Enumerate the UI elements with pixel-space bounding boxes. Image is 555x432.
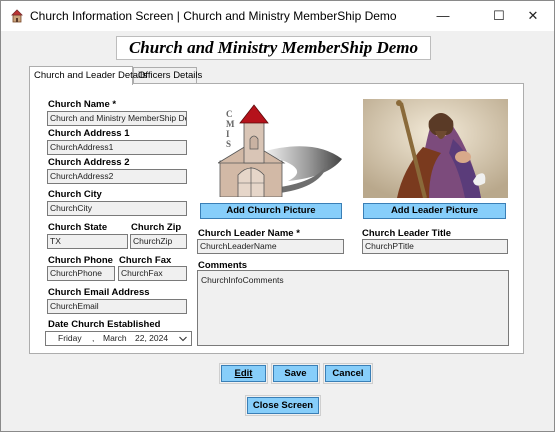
church-information-window: Church Information Screen | Church and M… xyxy=(0,0,555,432)
date-weekday: Friday xyxy=(58,333,82,343)
church-city-field[interactable]: ChurchCity xyxy=(47,201,187,216)
tab-church-and-leader-details[interactable]: Church and Leader Details xyxy=(29,66,147,85)
church-address2-field[interactable]: ChurchAddress2 xyxy=(47,169,187,184)
leader-title-label: Church Leader Title xyxy=(362,228,452,239)
leader-name-label: Church Leader Name * xyxy=(198,228,300,239)
date-month: March xyxy=(103,333,127,343)
chevron-down-icon[interactable] xyxy=(179,336,187,342)
minimize-icon: — xyxy=(436,8,450,23)
date-established-picker[interactable]: Friday , March 22, 2024 xyxy=(45,331,192,346)
church-state-label: Church State xyxy=(48,222,108,233)
leader-picture xyxy=(363,99,508,198)
church-fax-label: Church Fax xyxy=(119,255,172,266)
close-window-button[interactable]: ✕ xyxy=(511,1,555,30)
page-heading: Church and Ministry MemberShip Demo xyxy=(116,36,431,60)
add-church-picture-button[interactable]: Add Church Picture xyxy=(200,203,342,219)
church-fax-field[interactable]: ChurchFax xyxy=(118,266,187,281)
church-address2-label: Church Address 2 xyxy=(48,157,130,168)
leader-name-field[interactable]: ChurchLeaderName xyxy=(197,239,344,254)
date-day-year: 22, 2024 xyxy=(135,333,169,343)
close-icon: ✕ xyxy=(527,7,539,23)
church-zip-field[interactable]: ChurchZip xyxy=(130,234,187,249)
minimize-button[interactable]: — xyxy=(421,1,465,30)
church-phone-label: Church Phone xyxy=(48,255,113,266)
close-screen-button[interactable]: Close Screen xyxy=(245,395,321,416)
church-logo-text: CMIS xyxy=(226,109,235,149)
church-name-label: Church Name * xyxy=(48,99,117,110)
maximize-icon: ☐ xyxy=(493,7,505,23)
window-title: Church Information Screen | Church and M… xyxy=(30,9,397,23)
date-established-label: Date Church Established xyxy=(48,319,161,330)
edit-button[interactable]: Edit xyxy=(219,363,268,384)
church-email-label: Church Email Address xyxy=(48,287,150,298)
church-email-field[interactable]: ChurchEmail xyxy=(47,299,187,314)
save-button[interactable]: Save xyxy=(271,363,320,384)
church-app-icon xyxy=(11,9,23,23)
church-phone-field[interactable]: ChurchPhone xyxy=(47,266,115,281)
church-picture: CMIS xyxy=(218,101,342,197)
leader-title-field[interactable]: ChurchPTitle xyxy=(362,239,508,254)
church-city-label: Church City xyxy=(48,189,102,200)
comments-field[interactable]: ChurchInfoComments xyxy=(197,270,509,346)
church-address1-field[interactable]: ChurchAddress1 xyxy=(47,140,187,155)
title-bar: Church Information Screen | Church and M… xyxy=(1,1,554,31)
date-separator: , xyxy=(92,333,95,343)
church-address1-label: Church Address 1 xyxy=(48,128,130,139)
church-state-field[interactable]: TX xyxy=(47,234,128,249)
add-leader-picture-button[interactable]: Add Leader Picture xyxy=(363,203,506,219)
church-name-field[interactable]: Church and Ministry MemberShip Demo xyxy=(47,111,187,126)
cancel-button[interactable]: Cancel xyxy=(323,363,373,384)
church-zip-label: Church Zip xyxy=(131,222,182,233)
